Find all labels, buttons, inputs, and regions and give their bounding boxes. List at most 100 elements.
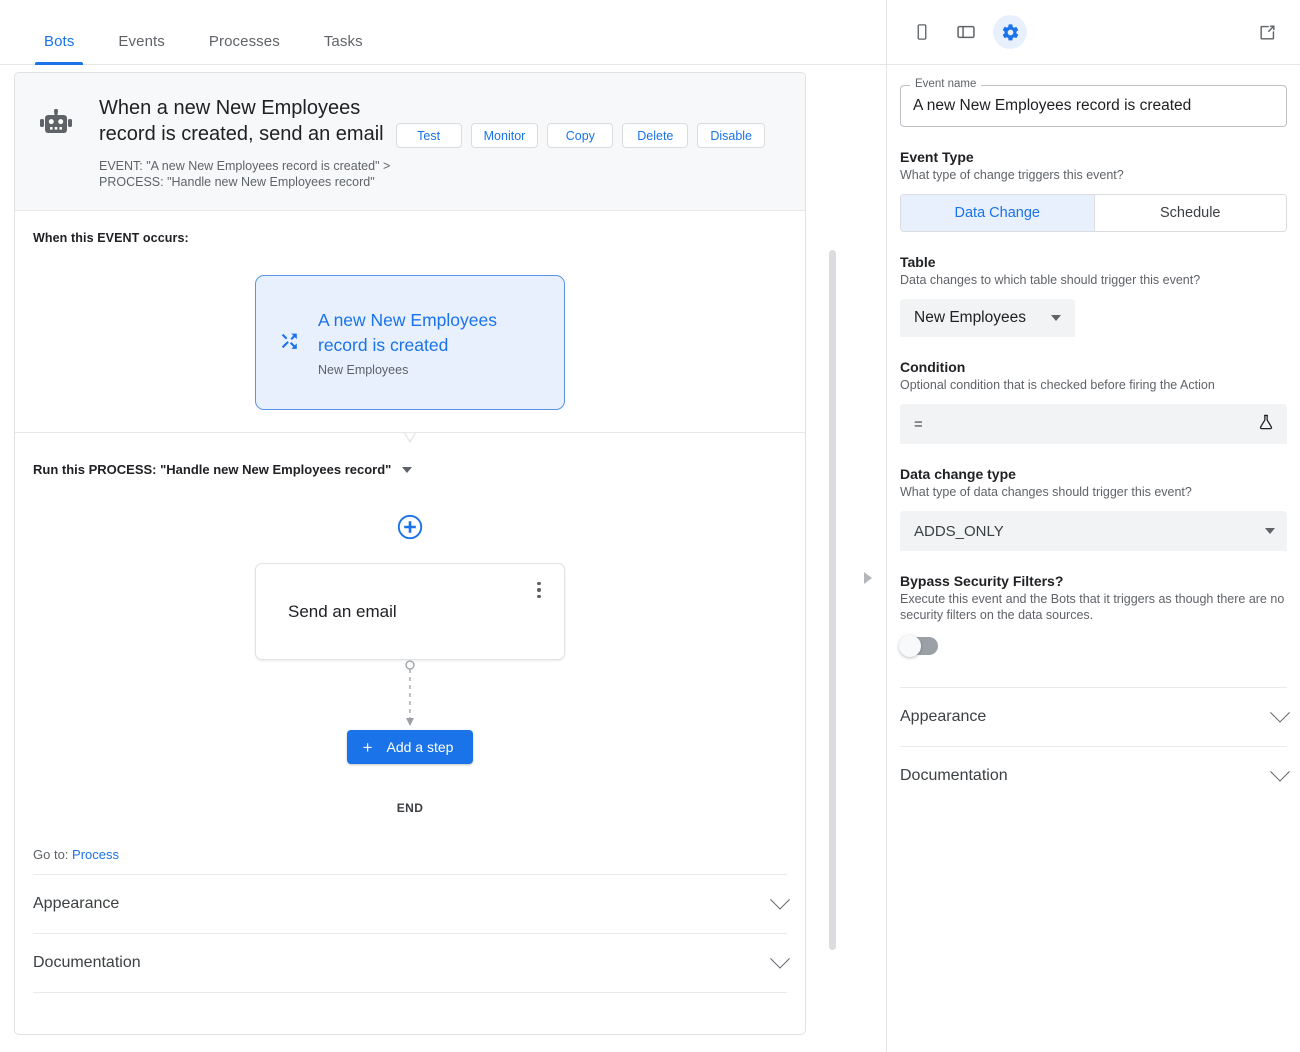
bypass-security-title: Bypass Security Filters? [900,573,1064,589]
event-type-option-data-change[interactable]: Data Change [901,195,1094,231]
main-tabbar: Bots Events Processes Tasks [0,0,887,65]
plus-circle-icon[interactable] [397,514,423,545]
appearance-section[interactable]: Appearance [900,687,1290,746]
left-pane-scrollbar[interactable] [828,250,838,950]
event-type-group: Event Type What type of change triggers … [900,149,1287,232]
appearance-section[interactable]: Appearance [33,875,790,934]
documentation-label: Documentation [900,767,1008,784]
documentation-section[interactable]: Documentation [33,934,790,993]
delete-button[interactable]: Delete [622,123,689,148]
flask-icon[interactable] [1257,413,1275,435]
data-change-type-value: ADDS_ONLY [914,522,1004,540]
condition-group: Condition Optional condition that is che… [900,359,1287,444]
tab-tasks[interactable]: Tasks [302,33,385,64]
bot-detail-card: When a new New Employees record is creat… [14,72,806,1035]
event-name-legend: Event name [910,78,982,90]
step-label: Send an email [288,601,397,621]
goto-row: Go to: Process [33,847,787,875]
tab-events[interactable]: Events [96,33,186,64]
table-help: Data changes to which table should trigg… [900,273,1201,287]
process-selector-label: Run this PROCESS: "Handle new New Employ… [33,462,392,477]
disable-button[interactable]: Disable [697,123,765,148]
chevron-down-icon [1270,702,1290,723]
condition-title: Condition [900,359,966,375]
event-type-help: What type of change triggers this event? [900,168,1124,182]
flow-connector [402,660,418,730]
bot-subtitle-event: EVENT: "A new New Employees record is cr… [99,159,391,173]
data-change-type-title: Data change type [900,466,1016,482]
chevron-down-icon [770,889,790,910]
event-card-texts: A new New Employees record is created Ne… [312,308,542,377]
tab-tasks-label: Tasks [323,33,363,50]
bot-subtitle-process: PROCESS: "Handle new New Employees recor… [99,175,375,189]
tab-processes[interactable]: Processes [187,33,302,64]
tablet-preview-icon[interactable] [949,15,983,49]
data-change-type-group: Data change type What type of data chang… [900,466,1287,551]
appearance-label: Appearance [33,895,120,912]
left-pane-scroll-thumb[interactable] [829,250,836,950]
event-section: When this EVENT occurs: A new New Employ… [15,211,805,444]
settings-gear-icon[interactable] [993,15,1027,49]
robot-icon [35,95,81,144]
open-in-new-icon[interactable] [1250,15,1284,49]
tab-processes-label: Processes [208,33,280,50]
bot-card-header: When a new New Employees record is creat… [15,73,805,211]
app-root: Bots Events Processes Tasks When a new N… [0,0,1300,1052]
mobile-preview-icon[interactable] [905,15,939,49]
event-card-table: New Employees [318,363,409,377]
settings-toolbar [887,0,1300,65]
process-flow: Send an email + Add a step END [15,477,805,815]
data-change-type-help: What type of data changes should trigger… [900,485,1192,499]
chevron-down-icon [1051,315,1061,321]
tab-events-label: Events [118,33,165,50]
bypass-security-help: Execute this event and the Bots that it … [900,592,1285,622]
goto-prefix: Go to: [33,847,73,862]
toggle-knob [899,635,921,657]
event-type-option-schedule[interactable]: Schedule [1093,195,1286,231]
chevron-down-icon [1265,528,1275,534]
panel-expand-arrow-icon[interactable] [864,572,872,584]
event-type-segmented-control: Data Change Schedule [900,194,1287,232]
copy-button[interactable]: Copy [547,123,614,148]
settings-pane: Event name A new New Employees record is… [887,0,1300,1052]
event-name-value: A new New Employees record is created [913,97,1192,114]
condition-input[interactable]: = [900,404,1287,444]
bot-title: When a new New Employees record is creat… [99,97,384,145]
add-step-label: Add a step [386,739,454,755]
add-step-button[interactable]: + Add a step [346,730,474,764]
event-card-title: A new New Employees record is created [318,310,497,355]
divider-notch-marker [390,432,430,448]
goto-process-link[interactable]: Process [72,847,119,862]
test-button[interactable]: Test [395,123,462,148]
condition-value: = [914,415,923,433]
event-section-heading: When this EVENT occurs: [33,231,189,245]
documentation-section[interactable]: Documentation [900,746,1290,805]
settings-accordions: Appearance Documentation [900,687,1290,805]
bypass-security-group: Bypass Security Filters? Execute this ev… [899,573,1287,657]
bypass-security-toggle[interactable] [899,635,938,657]
bot-header-text: When a new New Employees record is creat… [81,95,396,190]
chevron-down-icon [1270,761,1290,782]
step-card-send-email[interactable]: Send an email [255,563,565,660]
shuffle-icon [278,328,312,357]
flow-end-label: END [396,801,424,815]
documentation-label: Documentation [33,954,141,971]
monitor-button[interactable]: Monitor [470,123,539,148]
bot-action-buttons: Test Monitor Copy Delete Disable [395,95,785,148]
kebab-menu-icon[interactable] [530,578,548,602]
event-name-field[interactable]: Event name A new New Employees record is… [900,78,1287,127]
appearance-label: Appearance [900,708,987,725]
chevron-down-icon [770,948,790,969]
tab-bots[interactable]: Bots [22,33,96,65]
section-divider [15,432,805,444]
data-change-type-select[interactable]: ADDS_ONLY [900,511,1287,551]
chevron-down-icon [402,466,413,473]
plus-icon: + [362,737,373,757]
event-type-title: Event Type [900,149,974,165]
table-select-value: New Employees [914,309,1026,326]
settings-form: Event name A new New Employees record is… [887,65,1300,805]
condition-help: Optional condition that is checked befor… [900,378,1215,392]
table-select[interactable]: New Employees [900,299,1075,337]
event-card[interactable]: A new New Employees record is created Ne… [255,275,565,410]
bot-editor-pane: Bots Events Processes Tasks When a new N… [0,0,887,1052]
